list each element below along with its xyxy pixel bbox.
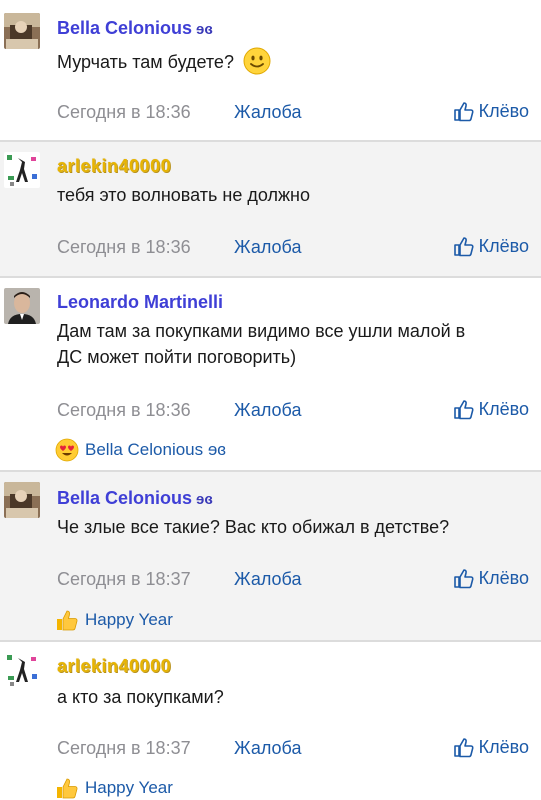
reaction-user: Happy Year bbox=[85, 778, 173, 797]
author-name[interactable]: arlekin40000 bbox=[57, 656, 171, 677]
thumbs-up-icon bbox=[453, 569, 474, 589]
message-text: Мурчать там будете? bbox=[57, 47, 527, 75]
like-label: Клёво bbox=[478, 736, 529, 757]
like-button[interactable]: Клёво bbox=[453, 567, 529, 589]
reaction[interactable]: Happy Year bbox=[55, 776, 173, 800]
like-label: Клёво bbox=[478, 235, 529, 256]
avatar[interactable] bbox=[4, 13, 40, 49]
reaction-user: Bella Celonious ɘɞ bbox=[85, 440, 226, 459]
timestamp: Сегодня в 18:36 bbox=[57, 102, 191, 122]
author-name[interactable]: Bella Celonious ɘɞ bbox=[57, 488, 213, 509]
like-button[interactable]: Клёво bbox=[453, 235, 529, 257]
author-name[interactable]: Bella Celonious ɘɞ bbox=[57, 18, 213, 39]
message-body: Мурчать там будете? bbox=[57, 52, 234, 72]
report-link[interactable]: Жалоба bbox=[234, 738, 301, 759]
like-button[interactable]: Клёво bbox=[453, 736, 529, 758]
author-name[interactable]: Leonardo Martinelli bbox=[57, 292, 223, 313]
timestamp: Сегодня в 18:36 bbox=[57, 400, 191, 420]
like-label: Клёво bbox=[478, 398, 529, 419]
avatar[interactable] bbox=[4, 652, 40, 688]
message-line: Дам там за покупками видимо все ушли мал… bbox=[57, 321, 466, 341]
report-link[interactable]: Жалоба bbox=[234, 400, 301, 421]
author-badge: ɘɞ bbox=[196, 491, 213, 508]
thumbs-up-icon bbox=[453, 738, 474, 758]
thumbs-up-emoji bbox=[57, 778, 78, 799]
report-link[interactable]: Жалоба bbox=[234, 569, 301, 590]
thumbs-up-icon bbox=[453, 102, 474, 122]
report-link[interactable]: Жалоба bbox=[234, 102, 301, 123]
like-button[interactable]: Клёво bbox=[453, 398, 529, 420]
comment: arlekin40000 тебя это волновать не должн… bbox=[0, 142, 541, 276]
smile-emoji bbox=[243, 47, 271, 75]
like-label: Клёво bbox=[478, 100, 529, 121]
avatar[interactable] bbox=[4, 482, 40, 518]
message-text: а кто за покупками? bbox=[57, 687, 224, 707]
timestamp: Сегодня в 18:37 bbox=[57, 738, 191, 758]
avatar[interactable] bbox=[4, 288, 40, 324]
message-text: Дам там за покупками видимо все ушли мал… bbox=[57, 318, 527, 370]
author-badge: ɘɞ bbox=[196, 21, 213, 38]
reaction[interactable]: Bella Celonious ɘɞ bbox=[55, 438, 226, 462]
comment: arlekin40000 а кто за покупками? Сегодня… bbox=[0, 642, 541, 799]
thumbs-up-emoji bbox=[57, 610, 78, 631]
author-name[interactable]: arlekin40000 bbox=[57, 156, 171, 177]
heart-eyes-emoji bbox=[55, 438, 79, 462]
author-name-text: Bella Celonious bbox=[57, 488, 193, 508]
reaction[interactable]: Happy Year bbox=[55, 608, 173, 632]
thumbs-up-icon bbox=[453, 237, 474, 257]
timestamp: Сегодня в 18:37 bbox=[57, 569, 191, 589]
like-button[interactable]: Клёво bbox=[453, 100, 529, 122]
comment: Bella Celonious ɘɞ Мурчать там будете? Се… bbox=[0, 0, 541, 140]
author-name-text: Bella Celonious bbox=[57, 18, 193, 38]
avatar[interactable] bbox=[4, 152, 40, 188]
comment: Bella Celonious ɘɞ Че злые все такие? Вас… bbox=[0, 472, 541, 640]
message-text: тебя это волновать не должно bbox=[57, 185, 310, 205]
message-line: ДС может пойти поговорить) bbox=[57, 347, 297, 367]
report-link[interactable]: Жалоба bbox=[234, 237, 301, 258]
thumbs-up-icon bbox=[453, 400, 474, 420]
timestamp: Сегодня в 18:36 bbox=[57, 237, 191, 257]
comment: Leonardo Martinelli Дам там за покупками… bbox=[0, 278, 541, 470]
message-text: Че злые все такие? Вас кто обижал в детс… bbox=[57, 517, 450, 537]
like-label: Клёво bbox=[478, 567, 529, 588]
reaction-user: Happy Year bbox=[85, 610, 173, 629]
